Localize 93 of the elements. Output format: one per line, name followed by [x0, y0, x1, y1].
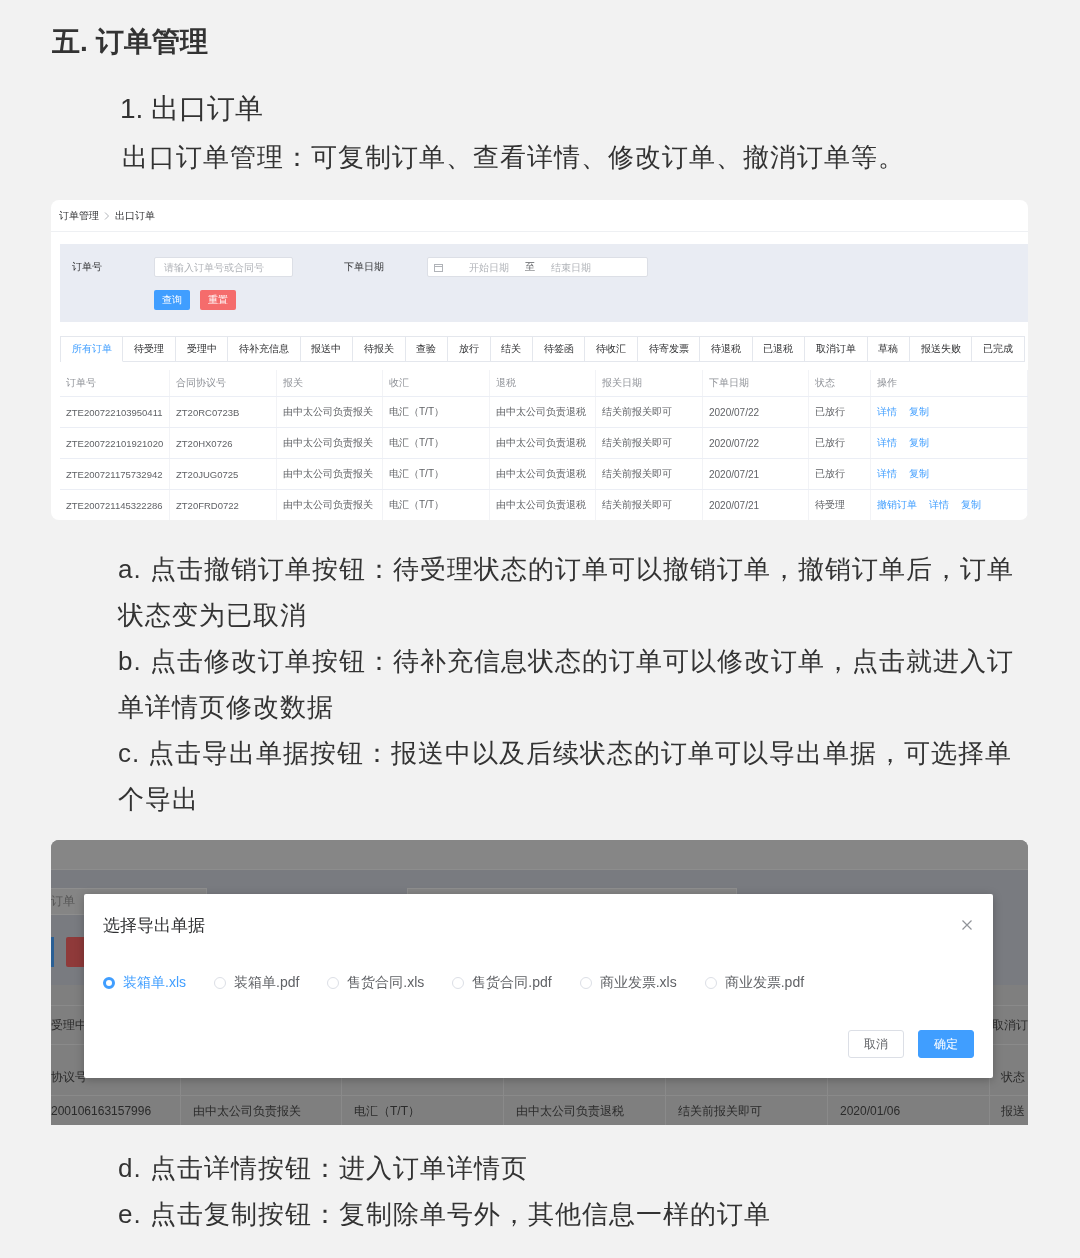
close-icon[interactable]: [962, 920, 972, 930]
search-button[interactable]: [51, 937, 54, 967]
breadcrumb-item: 出口订单: [115, 208, 155, 223]
date-range-field[interactable]: 开始日期 至 结束日期: [427, 257, 648, 277]
table-cell: 由中太公司负责报关: [277, 397, 383, 427]
table-cell: 结关前报关即可: [596, 490, 703, 520]
table-cell: 已放行: [809, 397, 871, 427]
column-header: 报关: [277, 370, 383, 396]
table-cell: 结关前报关即可: [666, 1096, 828, 1125]
table-cell: 由中太公司负责退税: [490, 459, 596, 489]
field-label: 下单日期: [344, 260, 385, 274]
status-tab[interactable]: 待报关: [353, 337, 406, 361]
table-cell: ZT20RC0723B: [170, 397, 277, 427]
column-header: 报关日期: [596, 370, 703, 396]
table-cell: 电汇（T/T）: [383, 428, 490, 458]
end-date-field[interactable]: 结束日期: [535, 261, 607, 273]
status-tab[interactable]: 取消订单: [805, 337, 868, 361]
table-cell: 由中太公司负责退税: [490, 428, 596, 458]
table-cell: 电汇（T/T）: [383, 459, 490, 489]
status-tab[interactable]: 报送中: [300, 337, 354, 361]
table-cell: 由中太公司负责报关: [277, 428, 383, 458]
order-search-field[interactable]: 请输入订单号或合同号: [154, 257, 293, 277]
status-tab[interactable]: 结关: [490, 337, 533, 361]
table-cell: 结关前报关即可: [596, 459, 703, 489]
table-cell: 电汇（T/T）: [342, 1096, 504, 1125]
radio-label[interactable]: 售货合同.pdf: [472, 974, 552, 992]
dialog-title: 选择导出单据: [103, 914, 205, 937]
status-tab[interactable]: 已退税: [752, 337, 806, 361]
table-cell: 已放行: [809, 428, 871, 458]
table-cell: 2020/07/22: [703, 397, 809, 427]
status-tab[interactable]: 待补充信息: [228, 337, 301, 361]
column-header: 合同协议号: [170, 370, 277, 396]
chevron-icon: [104, 211, 110, 220]
column-header: 订单号: [60, 370, 170, 396]
radio-label[interactable]: 装箱单.pdf: [234, 974, 300, 992]
table-cell: 电汇（T/T）: [383, 397, 490, 427]
status-tab[interactable]: 已完成: [972, 337, 1024, 361]
start-date-field[interactable]: 开始日期: [453, 261, 525, 273]
table-cell: 由中太公司负责报关: [277, 459, 383, 489]
subsection-heading: 1. 出口订单: [120, 92, 265, 126]
table-cell: ZTE200722101921020: [60, 428, 170, 458]
table-cell: 由中太公司负责报关: [181, 1096, 342, 1125]
table-cell: 2020/07/21: [703, 490, 809, 520]
table-cell: 由中太公司负责退税: [490, 397, 596, 427]
status-tab[interactable]: 报送失败: [910, 337, 973, 361]
table-cell: ZTE200721145322286: [60, 490, 170, 520]
radio-label[interactable]: 商业发票.xls: [599, 974, 677, 992]
column-header: 状态: [1000, 1069, 1026, 1086]
radio-label[interactable]: 售货合同.xls: [347, 974, 425, 992]
section-heading: 五. 订单管理: [52, 25, 209, 59]
table-cell: 结关前报关即可: [596, 397, 703, 427]
table-cell: 2020/07/21: [703, 459, 809, 489]
note-paragraph: d. 点击详情按钮：进入订单详情页: [118, 1152, 529, 1185]
table-cell: 2020/07/22: [703, 428, 809, 458]
field-label: 订单号: [72, 260, 103, 274]
table-cell: ZT20HX0726: [170, 428, 277, 458]
breadcrumb-item[interactable]: 订单管理: [59, 208, 99, 223]
column-header: 收汇: [383, 370, 490, 396]
status-tab[interactable]: 待签函: [532, 337, 586, 361]
status-tab[interactable]: 待退税: [700, 337, 753, 361]
table-cell: 2020/01/06: [828, 1096, 990, 1125]
note-paragraph: c. 点击导出单据按钮：报送中以及后续状态的订单可以导出单据，可选择单个导出: [118, 737, 1014, 816]
table-cell: 由中太公司负责报关: [277, 490, 383, 520]
calendar-icon: [434, 262, 443, 272]
table-cell: ZT20JUG0725: [170, 459, 277, 489]
table-cell: 待受理: [809, 490, 871, 520]
table-cell: 结关前报关即可: [596, 428, 703, 458]
table-cell: ZTE200721175732942: [60, 459, 170, 489]
radio-label[interactable]: 商业发票.pdf: [724, 974, 805, 992]
table-cell: 已放行: [809, 459, 871, 489]
table-cell: 由中太公司负责退税: [490, 490, 596, 520]
status-tab[interactable]: 查验: [405, 337, 449, 361]
status-tab[interactable]: 受理中: [175, 337, 229, 361]
table-cell: 由中太公司负责退税: [504, 1096, 666, 1125]
range-separator: 至: [525, 260, 535, 274]
table-cell: 200106163157996: [51, 1096, 181, 1125]
table-cell: ZTE200722103950411: [60, 397, 170, 427]
status-tab[interactable]: 草稿: [867, 337, 910, 361]
column-header: 下单日期: [703, 370, 809, 396]
status-tab[interactable]: 待寄发票: [637, 337, 701, 361]
table-cell: 电汇（T/T）: [383, 490, 490, 520]
status-tab[interactable]: 待受理: [123, 337, 176, 361]
column-header: 操作: [871, 370, 1028, 396]
cancel-button[interactable]: 取消: [848, 1030, 904, 1058]
intro-paragraph: 出口订单管理：可复制订单、查看详情、修改订单、撤消订单等。: [122, 141, 906, 174]
note-paragraph: e. 点击复制按钮：复制除单号外，其他信息一样的订单: [118, 1198, 772, 1231]
status-tab[interactable]: 待收汇: [585, 337, 638, 361]
column-header: 状态: [809, 370, 871, 396]
table-cell: ZT20FRD0722: [170, 490, 277, 520]
status-tab[interactable]: 放行: [448, 337, 491, 361]
column-header: 退税: [490, 370, 596, 396]
table-cell-text: 报送: [1000, 1102, 1026, 1120]
radio-button[interactable]: [103, 977, 115, 989]
